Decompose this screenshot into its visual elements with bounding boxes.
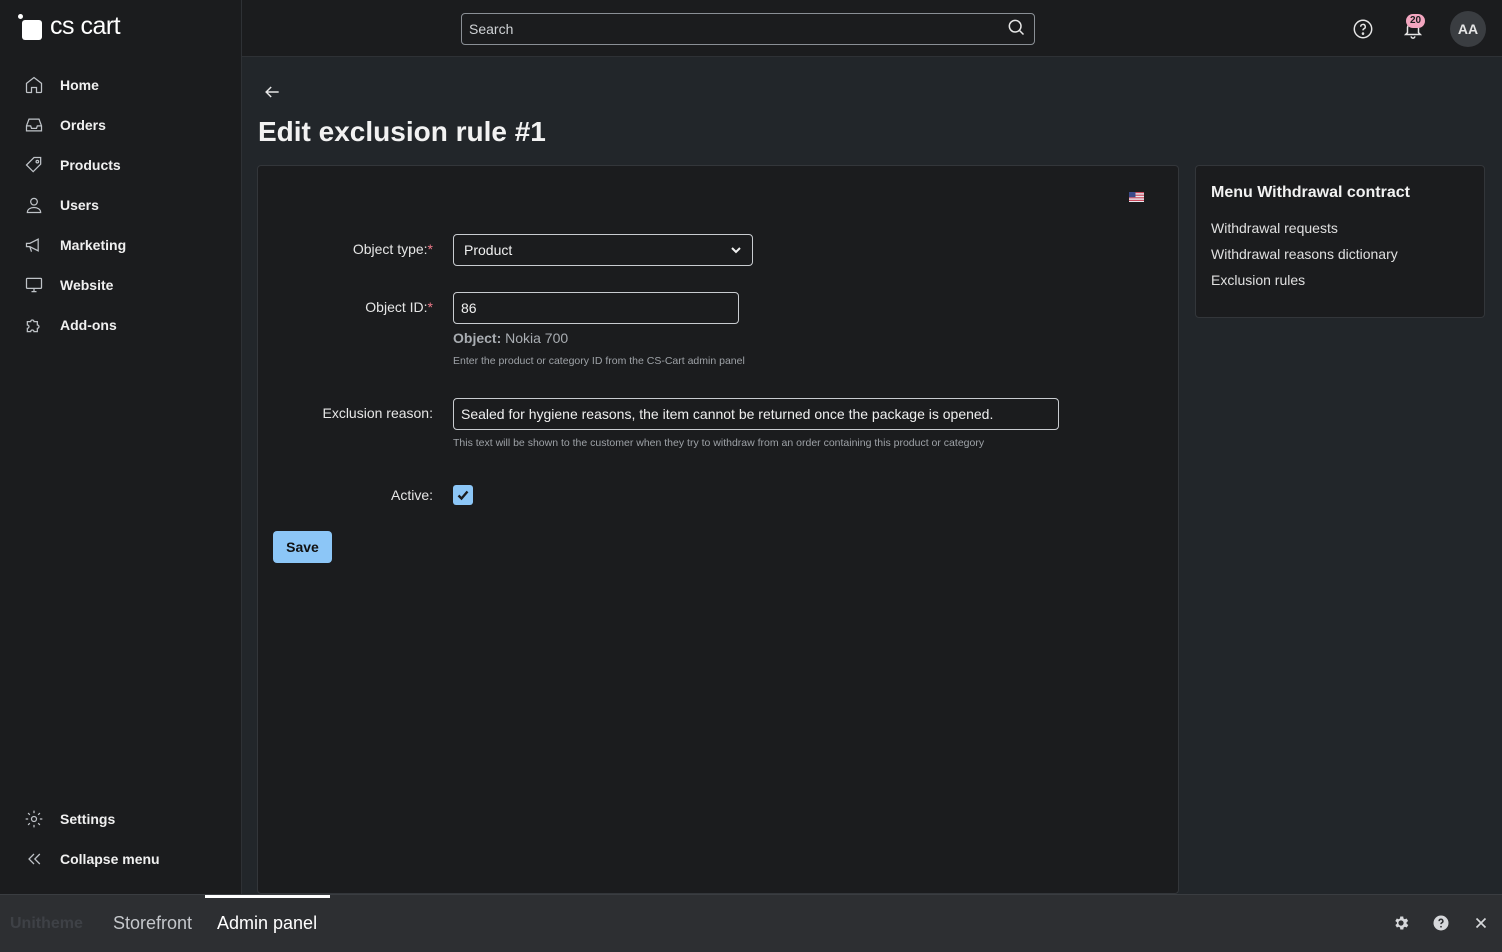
help-circle-icon[interactable] [1432, 914, 1450, 932]
sidebar-item-label: Collapse menu [60, 851, 160, 867]
exclusion-reason-label: Exclusion reason: [322, 405, 433, 421]
logo-text: cs cart [50, 12, 121, 40]
active-checkbox[interactable] [453, 485, 473, 505]
sidebar-item-label: Users [60, 197, 99, 213]
sidebar-item-addons[interactable]: Add-ons [0, 305, 241, 345]
megaphone-icon [24, 235, 44, 255]
required-mark: * [427, 241, 433, 257]
sidebar-item-label: Website [60, 277, 114, 293]
help-icon[interactable] [1352, 18, 1374, 40]
us-flag-icon[interactable] [1129, 192, 1144, 202]
sidebar-item-products[interactable]: Products [0, 145, 241, 185]
sidebar-item-label: Orders [60, 117, 106, 133]
exclusion-reason-field[interactable] [453, 398, 1059, 430]
object-type-select[interactable]: Product [453, 234, 753, 266]
tab-storefront[interactable]: Storefront [113, 913, 192, 934]
puzzle-icon [24, 315, 44, 335]
link-withdrawal-reasons-dictionary[interactable]: Withdrawal reasons dictionary [1211, 246, 1469, 262]
active-tab-indicator [205, 895, 330, 898]
save-button[interactable]: Save [273, 531, 332, 563]
sidebar-nav: Home Orders Products Users Marketing Web… [0, 65, 241, 345]
required-mark: * [427, 299, 433, 315]
close-icon[interactable] [1472, 914, 1490, 932]
search-icon[interactable] [1006, 17, 1026, 42]
page-title: Edit exclusion rule #1 [258, 116, 546, 147]
bottom-bar: Unitheme Storefront Admin panel [0, 894, 1502, 952]
checkmark-icon [457, 490, 469, 501]
unitheme-logo: Unitheme [10, 915, 83, 932]
gear-icon[interactable] [1392, 914, 1410, 932]
notification-badge: 20 [1406, 14, 1426, 28]
edit-form-card: Object type:* Product Object ID:* Object… [257, 165, 1179, 894]
sidebar-item-label: Add-ons [60, 317, 117, 333]
object-name-line: Object: Nokia 700 [453, 330, 568, 346]
sidebar-item-users[interactable]: Users [0, 185, 241, 225]
inbox-icon [24, 115, 44, 135]
sidebar-item-label: Marketing [60, 237, 127, 253]
tab-admin-panel[interactable]: Admin panel [217, 913, 317, 934]
sidebar-item-marketing[interactable]: Marketing [0, 225, 241, 265]
exclusion-reason-hint: This text will be shown to the customer … [453, 437, 985, 449]
logo[interactable]: cs cart [18, 12, 121, 41]
object-id-hint: Enter the product or category ID from th… [453, 355, 745, 367]
link-exclusion-rules[interactable]: Exclusion rules [1211, 272, 1469, 288]
tag-icon [24, 155, 44, 175]
sidebar-item-label: Products [60, 157, 121, 173]
object-type-value: Product [464, 242, 513, 258]
collapse-menu-button[interactable]: Collapse menu [0, 839, 241, 879]
gear-icon [24, 809, 44, 829]
sidebar-item-website[interactable]: Website [0, 265, 241, 305]
sidebar-item-home[interactable]: Home [0, 65, 241, 105]
topbar: 20 AA [242, 0, 1502, 57]
sidebar-item-settings[interactable]: Settings [0, 799, 241, 839]
back-arrow-icon[interactable] [262, 82, 284, 104]
sidebar-item-orders[interactable]: Orders [0, 105, 241, 145]
side-menu-title: Menu Withdrawal contract [1211, 184, 1410, 201]
cart-logo-icon [18, 13, 44, 40]
side-menu: Menu Withdrawal contract Withdrawal requ… [1195, 165, 1485, 318]
object-name: Nokia 700 [505, 330, 569, 346]
chevron-down-icon [731, 247, 741, 254]
search-input[interactable] [469, 21, 1006, 37]
avatar[interactable]: AA [1450, 11, 1486, 47]
search-box [461, 13, 1035, 45]
user-icon [24, 195, 44, 215]
object-id-label: Object ID:* [365, 299, 433, 315]
monitor-icon [24, 275, 44, 295]
home-icon [24, 75, 44, 95]
object-prefix: Object: [453, 330, 502, 346]
object-id-field[interactable] [453, 292, 739, 324]
double-chevron-left-icon [24, 849, 44, 869]
active-label: Active: [390, 487, 433, 503]
sidebar-bottom: Settings Collapse menu [0, 799, 241, 879]
object-type-label: Object type:* [352, 241, 433, 257]
sidebar: cs cart Home Orders Products Users Marke… [0, 0, 242, 894]
sidebar-item-label: Home [60, 77, 99, 93]
sidebar-item-label: Settings [60, 811, 116, 827]
link-withdrawal-requests[interactable]: Withdrawal requests [1211, 220, 1469, 236]
